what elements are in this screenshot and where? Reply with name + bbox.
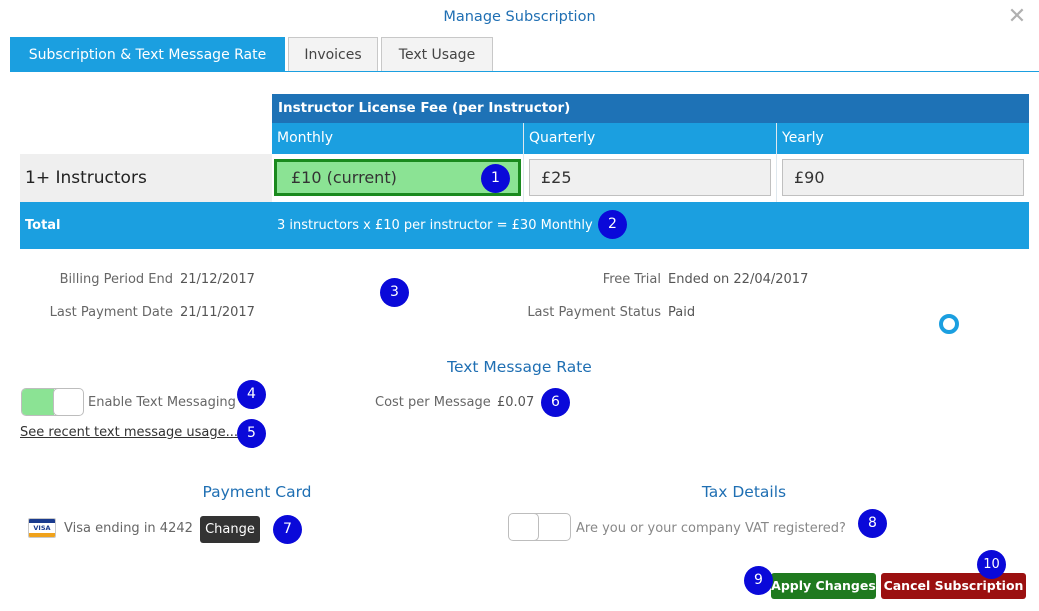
card-description: Visa ending in 4242 [64, 521, 193, 536]
total-calculation: 3 instructors x £10 per instructor = £30… [277, 218, 593, 233]
tab-text-usage[interactable]: Text Usage [381, 37, 493, 72]
toggle-on-fill [22, 389, 54, 415]
enable-text-messaging-toggle[interactable] [21, 388, 84, 416]
text-message-rate-title: Text Message Rate [447, 358, 592, 376]
payment-card-title: Payment Card [202, 483, 312, 501]
period-yearly-header: Yearly [777, 123, 1029, 154]
annotation-badge: 4 [237, 380, 266, 409]
toggle-knob [509, 514, 539, 540]
cost-per-message-label: Cost per Message [375, 395, 491, 410]
annotation-badge: 3 [380, 278, 409, 307]
annotation-badge: 8 [858, 509, 887, 538]
billing-period-end-label: Billing Period End [59, 272, 173, 287]
cancel-subscription-button[interactable]: Cancel Subscription [881, 573, 1026, 599]
annotation-badge: 10 [977, 550, 1006, 579]
change-card-button[interactable]: Change [200, 516, 260, 543]
tab-subscription[interactable]: Subscription & Text Message Rate [10, 37, 285, 72]
visa-card-brand: VISA [33, 524, 51, 532]
tab-underline [10, 71, 1039, 72]
instructor-tier-label: 1+ Instructors [25, 168, 147, 188]
period-monthly-header: Monthly [272, 123, 523, 154]
last-payment-date-label: Last Payment Date [49, 305, 173, 320]
tax-details-title: Tax Details [701, 483, 787, 501]
total-label: Total [25, 218, 61, 233]
free-trial-label: Free Trial [602, 272, 661, 287]
annotation-badge: 5 [237, 419, 266, 448]
vat-question-label: Are you or your company VAT registered? [576, 521, 846, 536]
column-divider [523, 123, 524, 202]
apply-changes-button[interactable]: Apply Changes [771, 573, 876, 599]
enable-text-messaging-label: Enable Text Messaging [88, 395, 236, 410]
column-divider [776, 123, 777, 202]
last-payment-status-label: Last Payment Status [527, 305, 661, 320]
fee-table-header: Instructor License Fee (per Instructor) [272, 94, 1029, 123]
loading-spinner-icon [939, 314, 959, 334]
last-payment-date-value: 21/11/2017 [180, 305, 255, 320]
cost-per-message-value: £0.07 [497, 395, 535, 410]
billing-period-end-value: 21/12/2017 [180, 272, 255, 287]
annotation-badge: 9 [744, 566, 773, 595]
period-quarterly-header: Quarterly [524, 123, 776, 154]
modal-title: Manage Subscription [443, 9, 596, 25]
annotation-badge: 7 [273, 515, 302, 544]
toggle-knob [53, 389, 83, 415]
tab-invoices[interactable]: Invoices [288, 37, 378, 72]
annotation-badge: 2 [598, 210, 627, 239]
visa-card-icon: VISA [28, 518, 56, 538]
last-payment-status-value: Paid [668, 305, 696, 320]
close-icon[interactable]: ✕ [1004, 4, 1030, 30]
annotation-badge: 1 [481, 164, 510, 193]
price-quarterly[interactable]: £25 [529, 159, 771, 196]
annotation-badge: 6 [541, 388, 570, 417]
recent-usage-link[interactable]: See recent text message usage... [20, 425, 238, 440]
vat-registered-toggle[interactable] [508, 513, 571, 541]
price-yearly[interactable]: £90 [782, 159, 1024, 196]
free-trial-value: Ended on 22/04/2017 [668, 272, 809, 287]
